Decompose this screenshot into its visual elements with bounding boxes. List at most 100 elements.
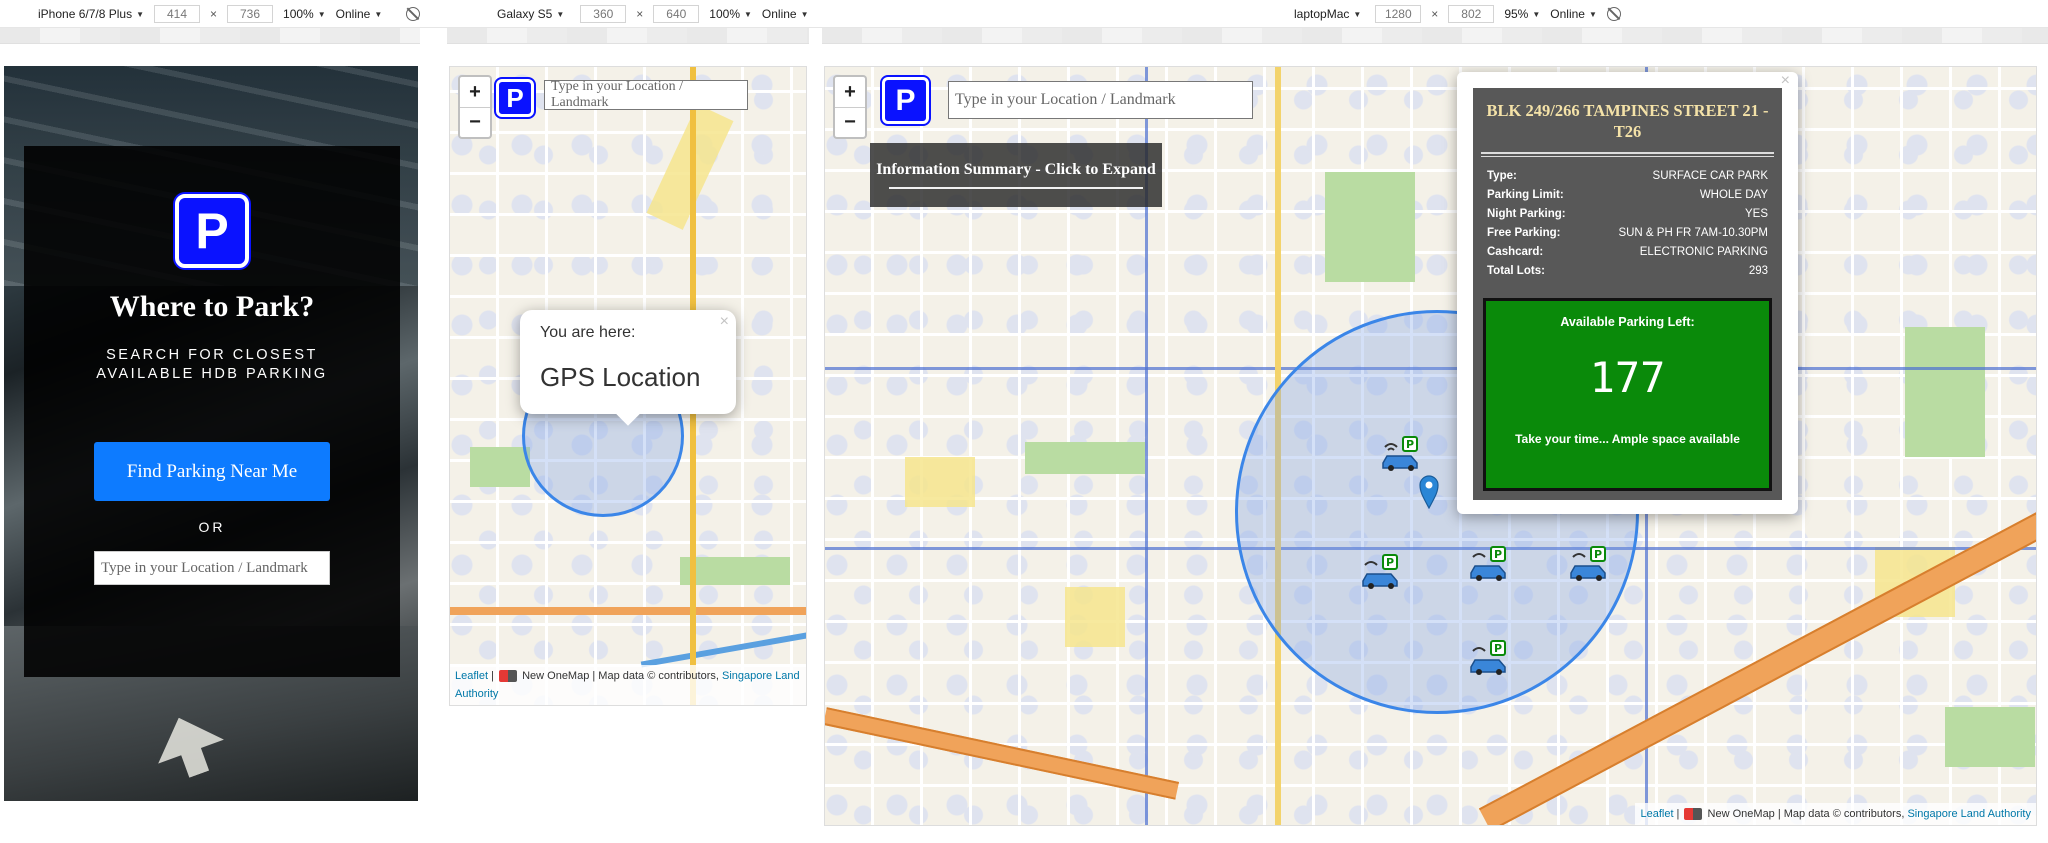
leaflet-link[interactable]: Leaflet [1640,808,1673,820]
close-icon[interactable]: × [720,313,729,331]
device-select-3[interactable]: laptopMac ▼ [1294,7,1361,21]
height-field-1[interactable]: 736 [227,5,274,23]
width-field-1[interactable]: 414 [154,5,200,23]
rotate-icon[interactable] [1606,7,1621,21]
times-symbol: × [1431,7,1439,21]
zoom-out-button[interactable]: − [835,107,865,137]
info-row: Free Parking: SUN & PH FR 7AM-10.30PM [1487,224,1768,243]
divider [1481,156,1774,157]
sla-link[interactable]: Singapore Land Authority [1907,808,2031,820]
info-value: SUN & PH FR 7AM-10.30PM [1618,227,1768,239]
info-row: Type: SURFACE CAR PARK [1487,167,1768,186]
rotate-icon[interactable] [406,7,421,21]
device-select-1[interactable]: iPhone 6/7/8 Plus ▼ [38,7,144,21]
info-row: Total Lots: 293 [1487,262,1768,281]
page-title: Where to Park? [109,290,315,323]
popup-heading: You are here: [540,324,636,341]
zoom-out-button[interactable]: − [460,107,490,137]
svg-text:P: P [1406,438,1414,451]
info-row: Parking Limit: WHOLE DAY [1487,186,1768,205]
close-icon[interactable]: × [1781,72,1790,90]
availability-panel: Available Parking Left: 177 Take your ti… [1483,298,1772,491]
map-area [1065,587,1125,647]
zoom-value: 95% [1504,7,1529,21]
network-select-3[interactable]: Online ▼ [1550,7,1597,21]
page-subtitle: SEARCH FOR CLOSEST AVAILABLE HDB PARKING [96,347,328,382]
dropdown-caret-icon: ▼ [744,9,752,19]
leaflet-link[interactable]: Leaflet [455,670,488,682]
location-pin-icon[interactable] [1419,475,1439,509]
onemap-logo-icon [499,670,518,683]
zoom-control: + − [833,75,867,139]
info-label: Cashcard: [1487,246,1544,258]
map-road [450,607,806,615]
height-field-2[interactable]: 640 [653,5,700,23]
network-value: Online [1550,7,1585,21]
dropdown-caret-icon: ▼ [317,9,326,19]
network-value: Online [761,7,797,21]
height-field-3[interactable]: 802 [1448,5,1495,23]
zoom-select-3[interactable]: 95% ▼ [1504,7,1540,21]
carpark-details: BLK 249/266 TAMPINES STREET 21 - T26 Typ… [1473,88,1782,500]
info-summary-toggle[interactable]: Information Summary - Click to Expand [870,143,1162,207]
location-search-input[interactable]: Type in your Location / Landmark [948,81,1253,119]
car-wifi-parking-marker-icon[interactable]: P [1467,545,1513,581]
width-field-3[interactable]: 1280 [1375,5,1422,23]
find-parking-button[interactable]: Find Parking Near Me [94,442,330,501]
svg-text:P: P [1494,642,1502,655]
popup-location-text: GPS Location [540,362,701,392]
svg-text:P: P [1594,548,1602,561]
location-search-input[interactable]: Type in your Location / Landmark [544,79,748,110]
map-river [640,632,806,668]
carpark-title: BLK 249/266 TAMPINES STREET 21 - T26 [1486,101,1769,141]
car-wifi-parking-marker-icon[interactable]: P [1567,545,1613,581]
landing-page: P Where to Park? SEARCH FOR CLOSEST AVAI… [4,66,418,801]
info-summary-rule [889,187,1143,189]
device-group-3: laptopMac ▼ 1280 × 802 95% ▼ Online ▼ [1294,4,1621,24]
or-divider: OR [198,519,226,535]
car-wifi-parking-marker-icon[interactable]: P [1467,639,1513,675]
info-value: 293 [1748,265,1768,277]
map-park [1905,327,1985,457]
network-value: Online [335,7,371,21]
device-name: Galaxy S5 [497,7,553,21]
device-name: laptopMac [1294,7,1350,21]
small-map[interactable]: + − P Type in your Location / Landmark ×… [449,66,807,706]
times-symbol: × [636,7,644,21]
network-select-1[interactable]: Online ▼ [336,7,383,21]
zoom-control: + − [458,75,492,139]
large-map[interactable]: P P P P P + − P Type in your Location / … [824,66,2037,826]
zoom-in-button[interactable]: + [460,77,490,107]
map-attribution: Leaflet | New OneMap | Map data © contri… [1635,803,2036,825]
device-select-2[interactable]: Galaxy S5 ▼ [497,7,564,21]
ruler-1 [0,28,420,44]
zoom-select-1[interactable]: 100% ▼ [283,7,326,21]
location-popup: × You are here: GPS Location [520,310,736,426]
screen: iPhone 6/7/8 Plus ▼ 414 × 736 100% ▼ Onlin… [0,0,2048,843]
dropdown-caret-icon: ▼ [136,9,144,19]
info-value: WHOLE DAY [1699,189,1768,201]
dropdown-caret-icon: ▼ [556,9,565,19]
map-park [1945,707,2035,767]
width-field-2[interactable]: 360 [580,5,627,23]
device-toolbar: iPhone 6/7/8 Plus ▼ 414 × 736 100% ▼ Onlin… [0,0,2048,28]
zoom-value: 100% [709,7,740,21]
zoom-in-button[interactable]: + [835,77,865,107]
svg-text:P: P [1494,548,1502,561]
times-symbol: × [210,7,218,21]
dropdown-caret-icon: ▼ [1588,9,1597,19]
dropdown-caret-icon: ▼ [800,9,809,19]
car-wifi-parking-marker-icon[interactable]: P [1379,435,1425,471]
info-label: Night Parking: [1487,208,1566,220]
device-group-2: Galaxy S5 ▼ 360 × 640 100% ▼ Online ▼ [497,4,809,24]
network-select-2[interactable]: Online ▼ [762,7,809,21]
device-group-1: iPhone 6/7/8 Plus ▼ 414 × 736 100% ▼ Onlin… [38,4,421,24]
availability-message: Take your time... Ample space available [1515,432,1740,446]
car-wifi-parking-marker-icon[interactable]: P [1359,553,1405,589]
zoom-select-2[interactable]: 100% ▼ [709,7,752,21]
location-search-input[interactable]: Type in your Location / Landmark [94,551,330,585]
info-row: Night Parking: YES [1487,205,1768,224]
info-value: YES [1744,208,1768,220]
info-value: ELECTRONIC PARKING [1639,246,1768,258]
parking-logo-icon: P [175,194,249,268]
